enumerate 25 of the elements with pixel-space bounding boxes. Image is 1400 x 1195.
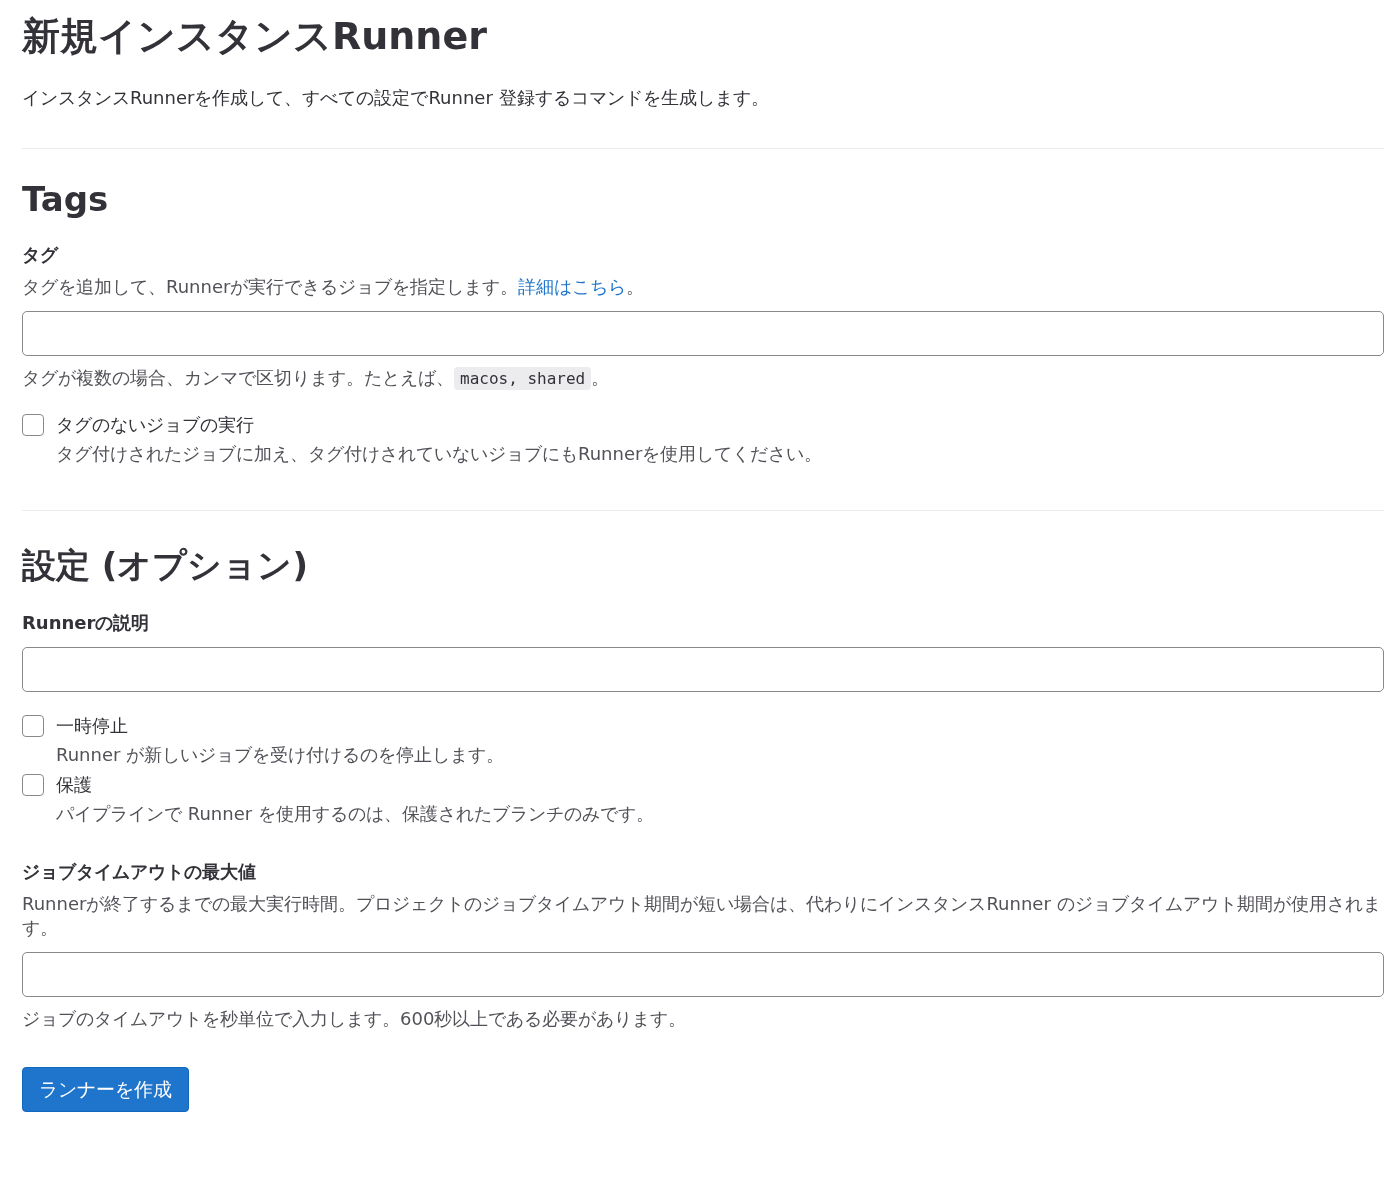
field-label: ジョブタイムアウトの最大値: [22, 860, 257, 884]
description-input-field[interactable]: [22, 647, 1384, 692]
field-help-text: タグを追加して、Runnerが実行できるジョブを指定します。詳細はこちら。: [22, 275, 646, 299]
checkbox-label: 保護: [56, 773, 93, 797]
section-heading: 設定 (オプション): [22, 544, 309, 587]
field-hint-text: タグが複数の場合、カンマで区切ります。たとえば、 macos, shared 。: [22, 366, 611, 391]
checkbox[interactable]: [22, 715, 44, 737]
page-title: 新規インスタンスRunner: [22, 13, 488, 60]
learn-more-link[interactable]: 詳細はこちら: [518, 276, 627, 297]
checkbox[interactable]: [22, 774, 44, 796]
checkbox-label: タグのないジョブの実行: [56, 413, 255, 437]
field-label: タグ: [22, 243, 60, 267]
field-label: Runnerの説明: [22, 611, 151, 635]
page-description: インスタンスRunnerを作成して、すべての設定でRunner 登録するコマンドを生成します。: [22, 86, 770, 110]
field-hint-text: ジョブのタイムアウトを秒単位で入力します。600秒以上である必要があります。: [22, 1007, 688, 1031]
checkbox-description: タグ付けされたジョブに加え、タグ付けされていないジョブにもRunnerを使用してください。: [56, 442, 824, 466]
checkbox[interactable]: [22, 414, 44, 436]
create-runner-button[interactable]: ランナーを作成: [22, 1067, 189, 1112]
field-help-text: Runnerが終了するまでの最大実行時間。プロジェクトのジョブタイムアウト期間が短い場合は、代わりにインスタンスRunner のジョブタイムアウト期間が使用されます。: [22, 892, 1382, 940]
checkbox-description: Runner が新しいジョブを受け付けるのを停止します。: [56, 743, 506, 767]
section-heading: Tags: [22, 178, 110, 221]
tags-input-field[interactable]: [22, 311, 1384, 356]
checkbox-label: 一時停止: [56, 714, 129, 738]
checkbox-description: パイプラインで Runner を使用するのは、保護されたブランチのみです。: [56, 802, 655, 826]
timeout-input-field[interactable]: [22, 952, 1384, 997]
